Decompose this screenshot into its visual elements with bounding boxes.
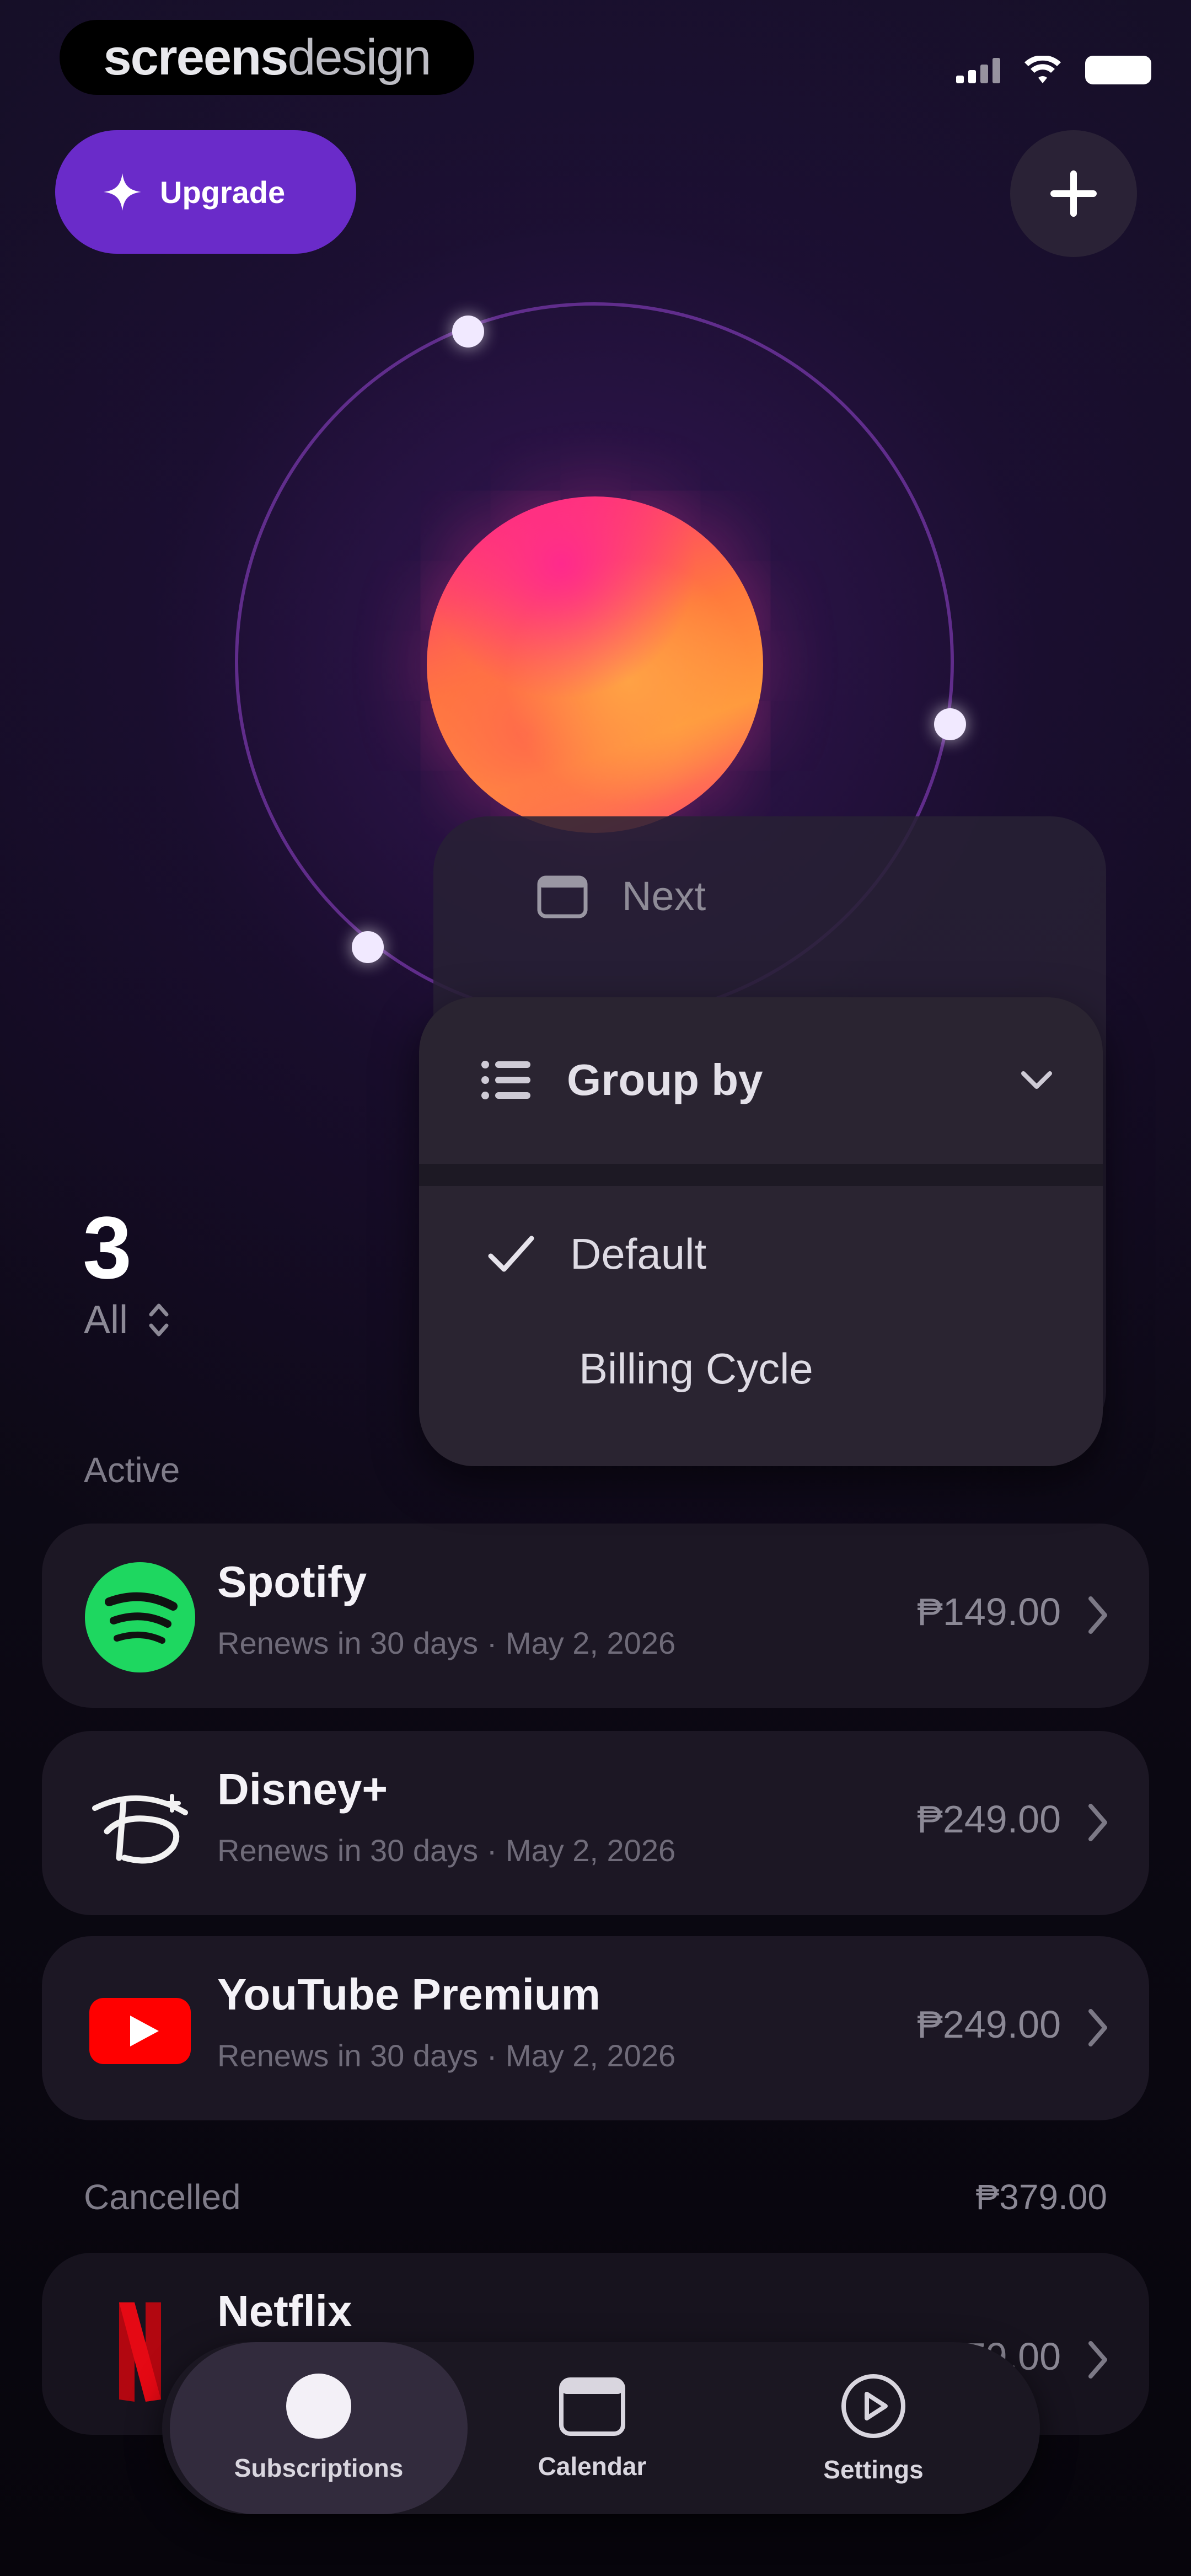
upgrade-label: Upgrade	[160, 174, 286, 210]
add-subscription-button[interactable]	[1010, 130, 1137, 257]
chevron-right-icon	[1088, 1804, 1107, 1841]
subscription-name: Netflix	[217, 2286, 352, 2335]
chevron-up-down-icon	[149, 1303, 169, 1337]
group-option-label: Billing Cycle	[579, 1344, 813, 1393]
menu-divider	[419, 1164, 1103, 1186]
planet-graphic	[427, 496, 763, 833]
plus-icon	[1050, 170, 1097, 217]
group-option-default[interactable]: Default	[487, 1229, 706, 1279]
battery-icon	[1085, 56, 1151, 84]
spotify-logo-icon	[85, 1562, 195, 1672]
tab-label: Subscriptions	[234, 2454, 404, 2482]
cancelled-total: ₱379.00	[975, 2177, 1107, 2217]
subscription-renewal: Renews in 30 days · May 2, 2026	[217, 1833, 676, 1868]
chevron-down-icon	[1021, 1071, 1052, 1089]
disney-logo-icon	[92, 1794, 188, 1864]
group-option-label: Default	[570, 1230, 707, 1278]
subscription-name: YouTube Premium	[217, 1970, 600, 2019]
chevron-right-icon	[1088, 2341, 1107, 2379]
sort-option-label: Next	[622, 873, 706, 919]
tab-label: Calendar	[538, 2452, 647, 2481]
subscription-price: ₱149.00	[917, 1590, 1061, 1633]
filter-label: All	[84, 1298, 128, 1342]
group-option-billing-cycle[interactable]: Billing Cycle	[579, 1344, 813, 1394]
subscription-renewal: Renews in 30 days · May 2, 2026	[217, 1626, 676, 1660]
orbit-dot	[452, 316, 484, 348]
sort-option-next[interactable]: Next	[536, 873, 706, 920]
list-icon	[481, 1061, 530, 1099]
tab-settings[interactable]: Settings	[736, 2342, 1011, 2514]
upgrade-button[interactable]: Upgrade	[55, 130, 356, 254]
subscription-renewal: Renews in 30 days · May 2, 2026	[217, 2038, 676, 2073]
sparkle-icon	[104, 173, 141, 211]
subscription-price: ₱249.00	[917, 1798, 1061, 1841]
tab-label: Settings	[823, 2455, 924, 2484]
calendar-icon	[559, 2377, 625, 2436]
group-by-title: Group by	[567, 1055, 763, 1104]
section-label-active: Active	[84, 1450, 180, 1490]
wifi-icon	[1024, 56, 1061, 83]
group-by-menu: Group by Default Billing Cycle	[419, 997, 1103, 1466]
tab-bar: Subscriptions Calendar Settings	[162, 2342, 1040, 2514]
settings-icon	[841, 2374, 905, 2438]
section-label-cancelled: Cancelled	[84, 2177, 241, 2217]
tab-subscriptions[interactable]: Subscriptions	[170, 2342, 468, 2514]
orbit-dot	[352, 931, 384, 963]
circle-icon	[286, 2374, 351, 2439]
chevron-right-icon	[1088, 1596, 1107, 1634]
orbit-dot	[934, 708, 966, 740]
tab-calendar[interactable]: Calendar	[471, 2342, 713, 2514]
calendar-icon	[537, 875, 588, 918]
group-by-header[interactable]: Group by	[480, 1055, 1053, 1105]
screensdesign-watermark: screens design	[60, 20, 474, 95]
watermark-bold-text: screens	[103, 29, 289, 85]
subscription-card[interactable]: YouTube Premium Renews in 30 days · May …	[42, 1936, 1149, 2120]
filter-selector[interactable]: All	[84, 1297, 171, 1343]
subscription-name: Spotify	[217, 1557, 367, 1606]
watermark-light-text: design	[287, 29, 431, 85]
cellular-signal-icon	[956, 57, 1000, 83]
subscription-price: ₱249.00	[917, 2003, 1061, 2046]
chevron-right-icon	[1088, 2009, 1107, 2046]
subscription-card[interactable]: Disney+ Renews in 30 days · May 2, 2026 …	[42, 1731, 1149, 1915]
subscription-name: Disney+	[217, 1765, 388, 1814]
subscription-card[interactable]: Spotify Renews in 30 days · May 2, 2026 …	[42, 1524, 1149, 1708]
checkmark-icon	[488, 1236, 534, 1271]
status-bar	[956, 45, 1151, 95]
subscription-count: 3	[83, 1198, 132, 1297]
youtube-logo-icon	[89, 1998, 191, 2064]
